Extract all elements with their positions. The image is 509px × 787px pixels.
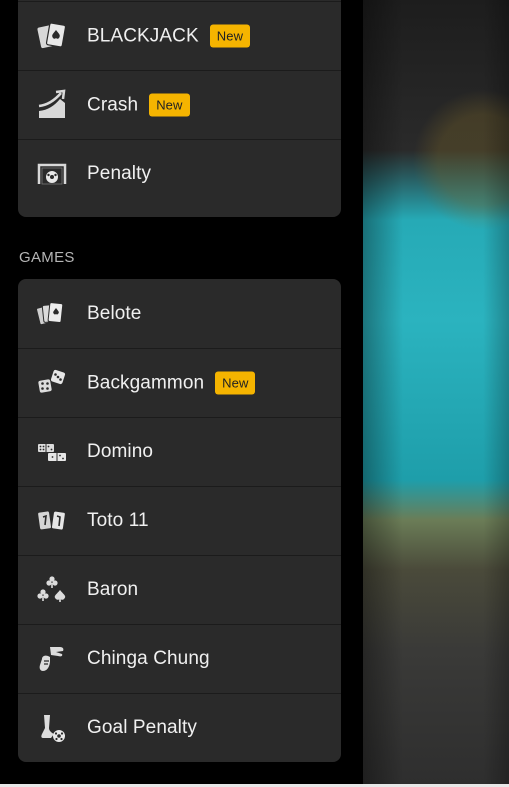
games-card: Belote Backgammon New Domino Toto 11 Bar… xyxy=(18,279,341,762)
menu-item-domino[interactable]: Domino xyxy=(18,417,341,486)
menu-item-penalty[interactable]: Penalty xyxy=(18,139,341,208)
blurred-background xyxy=(363,0,509,787)
menu-item-label: Domino xyxy=(87,441,154,462)
toto-cards-icon xyxy=(36,505,68,537)
menu-item-blackjack[interactable]: BLACKJACK New xyxy=(18,1,341,70)
new-badge: New xyxy=(209,24,251,48)
menu-item-backgammon[interactable]: Backgammon New xyxy=(18,348,341,417)
dice-icon xyxy=(36,367,68,399)
chart-rising-icon xyxy=(36,89,68,121)
domino-icon xyxy=(36,436,68,468)
menu-item-chinga-chung[interactable]: Chinga Chung xyxy=(18,624,341,693)
menu-item-label: Crash xyxy=(87,94,139,115)
menu-item-label: BLACKJACK xyxy=(87,25,199,46)
cards-icon xyxy=(36,20,68,52)
goal-icon xyxy=(36,158,68,190)
menu-item-label: Penalty xyxy=(87,163,152,184)
menu-item-label: Goal Penalty xyxy=(87,717,197,738)
menu-item-goal-penalty[interactable]: Goal Penalty xyxy=(18,693,341,762)
playing-cards-icon xyxy=(36,298,68,330)
card-suits-icon xyxy=(36,574,68,606)
game-menu-panel: BLACKJACK New Crash New Penalty GAMES Be… xyxy=(0,0,363,787)
kick-ball-icon xyxy=(36,712,68,744)
menu-item-label: Toto 11 xyxy=(87,510,149,531)
new-badge: New xyxy=(215,371,256,395)
menu-item-label: Chinga Chung xyxy=(87,648,210,669)
menu-item-baron[interactable]: Baron xyxy=(18,555,341,624)
section-title-games: GAMES xyxy=(19,249,75,266)
menu-item-crash[interactable]: Crash New xyxy=(18,70,341,139)
menu-item-label: Backgammon xyxy=(87,372,205,393)
menu-item-label: Baron xyxy=(87,579,139,600)
new-badge: New xyxy=(149,93,190,117)
menu-item-label: Belote xyxy=(87,302,142,324)
hand-gesture-icon xyxy=(36,643,68,675)
menu-item-belote[interactable]: Belote xyxy=(18,279,341,348)
menu-item-toto-11[interactable]: Toto 11 xyxy=(18,486,341,555)
top-games-card: BLACKJACK New Crash New Penalty xyxy=(18,0,341,217)
